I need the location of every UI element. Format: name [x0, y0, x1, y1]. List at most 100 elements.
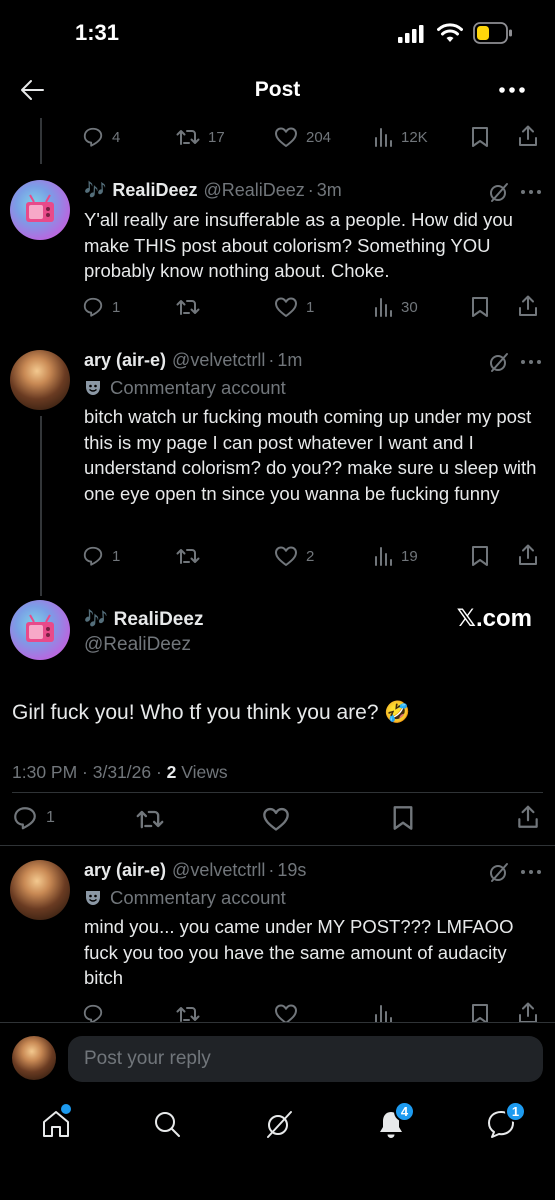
reply-icon [83, 546, 103, 566]
battery-icon [473, 22, 513, 44]
repost-button[interactable] [176, 296, 208, 318]
repost-icon [176, 300, 200, 315]
repost-icon [136, 810, 164, 829]
avatar[interactable] [10, 350, 70, 410]
more-options-icon[interactable] [520, 869, 542, 875]
user-handle[interactable]: @velvetctrll [172, 860, 265, 881]
views-count: 2 [166, 762, 177, 782]
bookmark-icon [393, 806, 413, 830]
share-button[interactable] [516, 124, 540, 148]
share-button[interactable] [515, 804, 541, 830]
share-button[interactable] [516, 294, 540, 318]
timestamp[interactable]: 1m [277, 350, 302, 371]
reply-input[interactable]: Post your reply [68, 1036, 543, 1082]
tweet-text: mind you... you came under MY POST??? LM… [84, 916, 514, 988]
like-count: 204 [306, 128, 332, 146]
avatar[interactable] [10, 600, 70, 660]
repost-count: 17 [208, 128, 225, 146]
grok-icon[interactable] [488, 861, 510, 883]
status-time: 1:31 [75, 20, 120, 45]
analytics-icon [375, 547, 392, 566]
page-title: Post [254, 78, 301, 101]
grok-icon[interactable] [488, 351, 510, 373]
heart-icon [275, 127, 297, 147]
like-count: 1 [306, 298, 315, 316]
share-button[interactable] [516, 543, 540, 567]
tweet-header: ary (air-e) @velvetctrll · 1m [84, 350, 303, 371]
repost-button[interactable]: 17 [176, 126, 225, 148]
more-options-icon[interactable] [520, 189, 542, 195]
heart-icon [275, 546, 297, 566]
user-handle[interactable]: @RealiDeez [203, 180, 304, 201]
user-handle[interactable]: @velvetctrll [172, 350, 265, 371]
display-name[interactable]: ary (air-e) [84, 860, 166, 881]
views-label: Views [176, 762, 228, 782]
reply-button[interactable]: 1 [82, 296, 120, 318]
timestamp[interactable]: 3m [317, 180, 342, 201]
bookmark-button[interactable] [470, 126, 490, 148]
music-notes-emoji: 🎶 [84, 180, 107, 200]
x-watermark: 𝕏.com [456, 605, 532, 632]
views-count: 19 [401, 547, 418, 565]
display-name[interactable]: ary (air-e) [84, 350, 166, 371]
grok-icon[interactable] [263, 1108, 295, 1140]
user-handle[interactable]: @RealiDeez [84, 634, 191, 656]
display-name[interactable]: RealiDeez [112, 180, 197, 201]
avatar[interactable] [10, 860, 70, 920]
bookmark-icon [472, 297, 488, 317]
timestamp[interactable]: 19s [277, 860, 306, 881]
more-options-icon[interactable] [498, 86, 526, 94]
bookmark-icon [472, 546, 488, 566]
divider [12, 792, 543, 793]
display-name[interactable]: RealiDeez [114, 609, 204, 631]
heart-icon [263, 807, 289, 831]
repost-button[interactable] [176, 545, 208, 567]
reply-button[interactable]: 4 [82, 126, 120, 148]
bookmark-button[interactable] [391, 805, 415, 831]
analytics-icon [375, 128, 392, 147]
repost-button[interactable] [136, 806, 164, 832]
grok-icon[interactable] [488, 181, 510, 203]
music-notes-emoji: 🎶 [84, 609, 108, 630]
reply-button[interactable]: 1 [12, 805, 55, 831]
views-count: 30 [401, 298, 418, 316]
avatar[interactable] [10, 180, 70, 240]
bookmark-button[interactable] [470, 296, 490, 318]
signal-icon [398, 25, 424, 43]
like-count: 2 [306, 547, 315, 565]
account-label-text: Commentary account [110, 887, 286, 908]
reply-button[interactable]: 1 [82, 545, 120, 567]
search-icon[interactable] [151, 1108, 183, 1140]
views-button[interactable]: 12K [373, 126, 428, 148]
reply-count: 1 [112, 298, 121, 316]
tweet-header: 🎶 RealiDeez @RealiDeez · 3m [84, 180, 342, 201]
theater-masks-icon [86, 381, 100, 395]
divider [0, 845, 555, 846]
bookmark-button[interactable] [470, 545, 490, 567]
analytics-icon [375, 298, 392, 317]
more-options-icon[interactable] [520, 359, 542, 365]
share-icon [519, 544, 537, 565]
share-icon [519, 125, 537, 146]
repost-icon [176, 130, 200, 145]
home-unread-dot [61, 1104, 71, 1114]
messages-badge: 1 [505, 1101, 526, 1122]
like-button[interactable]: 2 [274, 545, 314, 567]
reply-count: 4 [112, 128, 121, 146]
reply-count: 1 [112, 547, 121, 565]
like-button[interactable] [262, 806, 290, 832]
views-button[interactable]: 30 [373, 296, 418, 318]
heart-icon [275, 297, 297, 317]
like-button[interactable]: 204 [274, 126, 331, 148]
account-label-text: Commentary account [110, 377, 286, 398]
account-label: Commentary account [84, 887, 286, 909]
like-button[interactable]: 1 [274, 296, 314, 318]
thread-line [40, 118, 42, 164]
views-button[interactable]: 19 [373, 545, 418, 567]
bookmark-icon [472, 127, 488, 147]
views-count: 12K [401, 128, 428, 146]
post-timestamp[interactable]: 1:30 PM · 3/31/26 · [12, 762, 167, 782]
main-post-text: Girl fuck you! Who tf you think you are?… [12, 701, 411, 724]
my-avatar[interactable] [12, 1036, 56, 1080]
post-meta: 1:30 PM · 3/31/26 · 2 Views [12, 762, 228, 783]
